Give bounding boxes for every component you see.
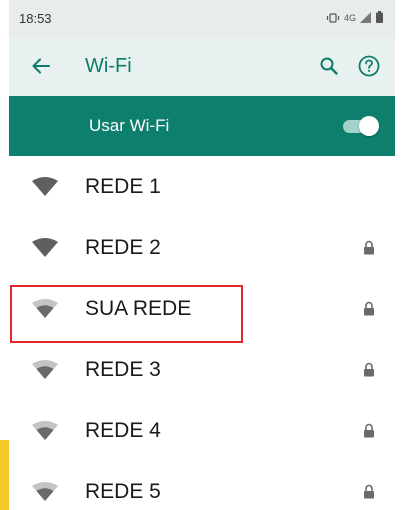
network-name: REDE 4 xyxy=(85,418,161,442)
network-name: REDE 3 xyxy=(85,357,161,381)
network-item-rede-3[interactable]: REDE 3 xyxy=(9,339,395,400)
wifi-signal-full-icon xyxy=(9,237,73,258)
wifi-signal-full-icon xyxy=(9,176,73,197)
phone-screen: 18:53 4G Wi-Fi Usar Wi-Fi REDE 1 REDE 2 … xyxy=(9,0,395,510)
side-decoration-strip xyxy=(0,440,9,510)
lock-icon xyxy=(349,423,389,438)
lock-icon xyxy=(349,362,389,377)
status-time: 18:53 xyxy=(19,10,52,26)
wifi-toggle[interactable] xyxy=(341,116,379,136)
network-item-rede-5[interactable]: REDE 5 xyxy=(9,461,395,510)
lock-icon xyxy=(349,301,389,316)
network-type: 4G xyxy=(343,13,356,23)
search-icon[interactable] xyxy=(309,46,349,86)
wifi-signal-medium-icon xyxy=(9,481,73,502)
network-item-rede-2[interactable]: REDE 2 xyxy=(9,217,395,278)
status-bar: 18:53 4G xyxy=(9,0,395,36)
wifi-master-label: Usar Wi-Fi xyxy=(89,116,170,135)
help-icon[interactable] xyxy=(349,46,389,86)
network-name: REDE 1 xyxy=(85,174,161,198)
page-title: Wi-Fi xyxy=(85,54,132,77)
network-item-rede-4[interactable]: REDE 4 xyxy=(9,400,395,461)
app-bar: Wi-Fi xyxy=(9,36,395,96)
lock-icon xyxy=(349,484,389,499)
wifi-master-switch-row[interactable]: Usar Wi-Fi xyxy=(9,96,395,156)
lock-icon xyxy=(349,240,389,255)
battery-icon xyxy=(376,10,383,26)
network-item-rede-1[interactable]: REDE 1 xyxy=(9,156,395,217)
status-icons: 4G xyxy=(326,10,383,26)
toggle-thumb xyxy=(359,116,379,136)
network-name: REDE 2 xyxy=(85,235,161,259)
wifi-signal-medium-icon xyxy=(9,359,73,380)
highlight-box xyxy=(10,285,243,343)
wifi-signal-medium-icon xyxy=(9,420,73,441)
signal-icon xyxy=(360,11,372,26)
vibrate-icon xyxy=(326,11,340,26)
arrow-left-icon[interactable] xyxy=(21,46,61,86)
network-name: REDE 5 xyxy=(85,479,161,503)
